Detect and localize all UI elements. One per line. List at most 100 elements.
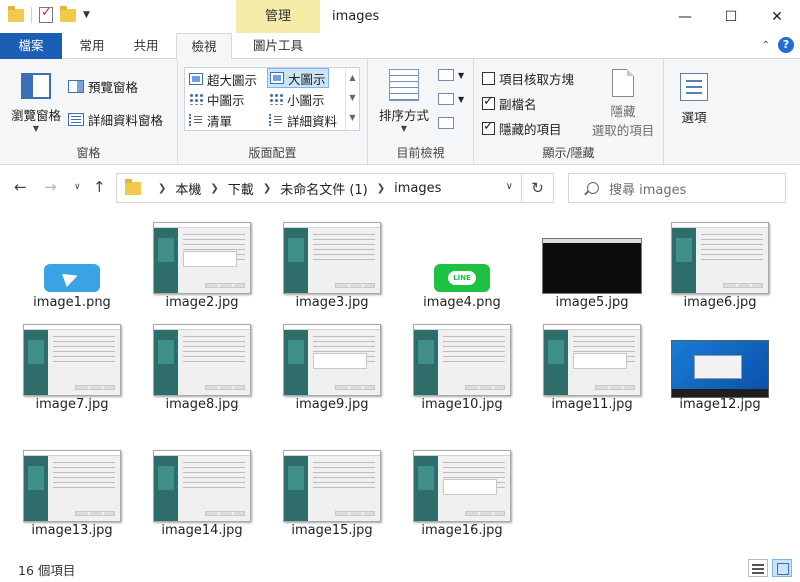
address-bar[interactable]: ❯ 本機 ❯ 下載 ❯ 未命名文件 (1) ❯ images ∨	[116, 173, 522, 203]
chevron-down-icon[interactable]: ∨	[506, 181, 513, 192]
chevron-up-icon[interactable]: ▲	[346, 68, 359, 88]
file-name: image10.jpg	[421, 397, 503, 412]
title-bar: ▼ 管理 images — ☐ ✕	[0, 0, 800, 33]
file-item[interactable]: image9.jpg	[270, 312, 394, 412]
chevron-right-icon[interactable]: ❯	[263, 183, 271, 194]
chevron-down-icon: ▼	[32, 124, 40, 133]
window-title: images	[332, 9, 380, 24]
chevron-down-icon[interactable]: ▼	[346, 88, 359, 108]
telegram-icon	[44, 264, 100, 292]
minimize-button[interactable]: —	[662, 0, 708, 33]
options-button[interactable]: 選項	[672, 73, 716, 126]
file-item[interactable]: image4.png	[400, 210, 524, 310]
file-item[interactable]: image10.jpg	[400, 312, 524, 412]
hidden-items-toggle[interactable]: 隱藏的項目	[482, 119, 562, 138]
breadcrumb-item[interactable]: 本機	[175, 179, 201, 198]
file-item[interactable]: image12.jpg	[658, 312, 782, 412]
breadcrumb-item[interactable]: 未命名文件 (1)	[280, 179, 368, 198]
group-current-view: 排序方式 ▼ ▼ ▼ 目前檢視	[368, 59, 474, 165]
preview-pane-button[interactable]: 預覽窗格	[68, 77, 138, 96]
chevron-up-icon[interactable]: ⌃	[762, 40, 770, 51]
forward-arrow-icon[interactable]: →	[44, 178, 57, 196]
breadcrumb-item[interactable]: 下載	[228, 179, 254, 198]
chevron-right-icon[interactable]: ❯	[158, 183, 166, 194]
group-show-hide: 項目核取方塊 副檔名 隱藏的項目 隱藏 選取的項目 顯示/隱藏	[474, 59, 664, 165]
file-item[interactable]: image15.jpg	[270, 438, 394, 538]
group-by-button[interactable]: ▼	[438, 69, 464, 81]
file-item[interactable]: image8.jpg	[140, 312, 264, 412]
size-columns-button[interactable]	[438, 117, 454, 129]
image-thumbnail	[283, 222, 381, 294]
file-item[interactable]: image13.jpg	[10, 438, 134, 538]
file-extensions-checkbox[interactable]	[482, 94, 495, 110]
chevron-down-icon[interactable]: ▼	[83, 10, 90, 20]
file-item[interactable]: image3.jpg	[270, 210, 394, 310]
image-thumbnail	[413, 324, 511, 396]
maximize-button[interactable]: ☐	[708, 0, 754, 33]
preview-pane-label: 預覽窗格	[88, 80, 139, 95]
file-item[interactable]: image11.jpg	[530, 312, 654, 412]
file-name: image9.jpg	[295, 397, 369, 412]
context-tab-manage[interactable]: 管理	[236, 0, 320, 33]
sort-by-button[interactable]: 排序方式 ▼	[376, 69, 432, 133]
chevron-right-icon[interactable]: ❯	[210, 183, 218, 194]
tab-view[interactable]: 檢視	[176, 33, 232, 60]
layout-extra-large-icons[interactable]: 超大圖示	[187, 69, 259, 89]
back-arrow-icon[interactable]: ←	[14, 178, 27, 196]
large-icons-view-icon[interactable]	[772, 559, 792, 577]
item-checkboxes-toggle[interactable]: 項目核取方塊	[482, 69, 574, 88]
layout-gallery-scroller[interactable]: ▲ ▼ ▼	[345, 68, 359, 130]
recent-locations-icon[interactable]: ∨	[74, 182, 81, 192]
up-arrow-icon[interactable]: ↑	[93, 178, 106, 196]
file-name: image7.jpg	[35, 397, 109, 412]
file-item[interactable]: image7.jpg	[10, 312, 134, 412]
file-item[interactable]: image5.jpg	[530, 210, 654, 310]
navigation-pane-button[interactable]: 瀏覽窗格 ▼	[8, 73, 64, 133]
tab-picture-tools[interactable]: 圖片工具	[240, 33, 316, 59]
search-box[interactable]: 搜尋 images	[568, 173, 786, 203]
file-name: image3.jpg	[295, 295, 369, 310]
add-columns-button[interactable]: ▼	[438, 93, 464, 105]
refresh-button[interactable]: ↻	[522, 173, 554, 203]
more-icon[interactable]: ▼	[346, 108, 359, 128]
layout-small-icons[interactable]: 小圖示	[267, 89, 327, 109]
layout-medium-icons[interactable]: 中圖示	[187, 89, 247, 109]
new-folder-icon[interactable]	[60, 5, 76, 22]
tab-share[interactable]: 共用	[124, 33, 168, 59]
image-thumbnail	[283, 450, 381, 522]
layout-gallery: 超大圖示 大圖示 中圖示 小圖示 清單 詳細資料 ▲ ▼ ▼	[184, 67, 360, 131]
hide-selected-icon	[612, 69, 634, 97]
search-input[interactable]: 搜尋 images	[609, 179, 686, 198]
folder-icon[interactable]	[8, 5, 24, 22]
layout-large-icons[interactable]: 大圖示	[267, 68, 329, 88]
file-item[interactable]: image14.jpg	[140, 438, 264, 538]
layout-details[interactable]: 詳細資料	[267, 110, 339, 130]
tab-file[interactable]: 檔案	[0, 33, 62, 59]
hidden-items-checkbox[interactable]	[482, 119, 495, 135]
file-extensions-toggle[interactable]: 副檔名	[482, 94, 537, 113]
file-name: image1.png	[33, 295, 111, 310]
breadcrumb-item[interactable]: images	[394, 181, 441, 196]
group-label-layout: 版面配置	[248, 146, 297, 160]
file-item[interactable]: image6.jpg	[658, 210, 782, 310]
help-icon[interactable]: ?	[778, 37, 794, 53]
ribbon-right-controls: ⌃ ?	[762, 37, 794, 53]
properties-icon[interactable]	[39, 5, 53, 23]
tab-home[interactable]: 常用	[70, 33, 114, 59]
close-button[interactable]: ✕	[754, 0, 800, 33]
file-name: image6.jpg	[683, 295, 757, 310]
layout-list[interactable]: 清單	[187, 110, 234, 130]
file-item[interactable]: image16.jpg	[400, 438, 524, 538]
hide-selected-button[interactable]: 隱藏 選取的項目	[586, 69, 660, 139]
file-item[interactable]: image2.jpg	[140, 210, 264, 310]
file-item[interactable]: image1.png	[10, 210, 134, 310]
details-view-icon[interactable]	[748, 559, 768, 577]
file-name: image15.jpg	[291, 523, 373, 538]
large-icons-icon	[270, 72, 284, 84]
image-thumbnail	[413, 450, 511, 522]
item-checkboxes-checkbox[interactable]	[482, 72, 495, 85]
details-pane-button[interactable]: 詳細資料窗格	[68, 110, 163, 129]
add-columns-icon	[438, 93, 454, 105]
chevron-right-icon[interactable]: ❯	[377, 183, 385, 194]
details-pane-label: 詳細資料窗格	[88, 113, 164, 128]
